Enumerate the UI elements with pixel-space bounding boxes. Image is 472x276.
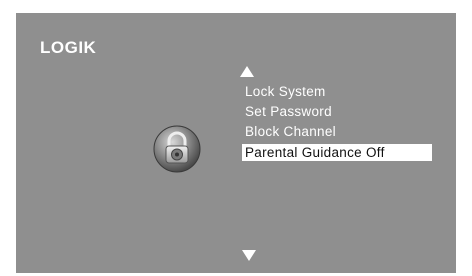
scroll-down-icon[interactable]	[242, 250, 256, 261]
padlock-icon	[153, 125, 201, 173]
tv-menu-screen: LOGIK Lock System Set Password Block Cha…	[16, 13, 456, 273]
brand-logo: LOGIK	[40, 38, 97, 57]
menu-item-lock-system[interactable]: Lock System	[242, 82, 432, 102]
menu-item-block-channel[interactable]: Block Channel	[242, 122, 432, 142]
menu-item-set-password[interactable]: Set Password	[242, 102, 432, 122]
parental-lock-menu: Lock System Set Password Block Channel P…	[242, 82, 432, 161]
menu-item-parental-guidance[interactable]: Parental Guidance Off	[242, 144, 432, 161]
scroll-up-icon[interactable]	[240, 66, 254, 77]
